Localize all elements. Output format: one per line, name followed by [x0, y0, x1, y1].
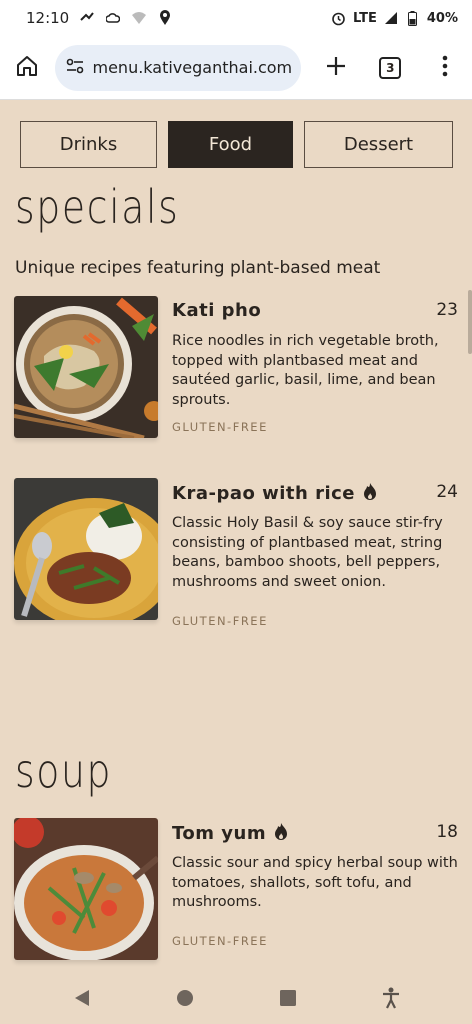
item-tag: GLUTEN-FREE	[172, 934, 268, 948]
alarm-icon	[331, 10, 347, 26]
item-tag: GLUTEN-FREE	[172, 614, 268, 628]
tab-switcher-button[interactable]: 3	[363, 40, 418, 96]
system-nav-bar	[0, 976, 472, 1024]
signal-icon	[79, 10, 95, 26]
menu-item-kra-pao[interactable]: Kra-pao with rice 24 Classic Holy Basil …	[14, 478, 460, 628]
status-bar: 12:10 LTE 40%	[0, 0, 472, 36]
menu-item-kati-pho[interactable]: Kati pho 23 Rice noodles in rich vegetab…	[14, 296, 460, 446]
url-bar[interactable]: menu.kativeganthai.com	[54, 44, 301, 91]
item-tag: GLUTEN-FREE	[172, 420, 268, 434]
home-nav-icon[interactable]	[176, 989, 194, 1011]
status-time: 12:10	[26, 9, 70, 27]
item-price: 18	[436, 822, 458, 842]
item-name: Kra-pao with rice	[172, 482, 377, 505]
dish-image	[14, 818, 158, 960]
flame-icon	[274, 822, 288, 845]
item-description: Rice noodles in rich vegetable broth, to…	[172, 333, 439, 408]
item-name-text: Kati pho	[172, 300, 262, 321]
menu-item-tom-yum[interactable]: Tom yum 18 Classic sour and spicy herbal…	[14, 818, 460, 968]
network-type: LTE	[352, 10, 377, 26]
home-button[interactable]	[0, 40, 55, 96]
section-title-specials: specials	[15, 180, 180, 234]
battery-level: 40%	[426, 10, 458, 26]
section-title-soup: soup	[15, 744, 113, 798]
tab-dessert[interactable]: Dessert	[304, 121, 453, 168]
cell-signal-icon	[383, 10, 399, 26]
new-tab-button[interactable]	[309, 40, 364, 96]
item-name: Tom yum	[172, 822, 288, 845]
site-settings-icon[interactable]	[65, 56, 85, 80]
overflow-menu-button[interactable]	[418, 40, 472, 96]
scrollbar-thumb[interactable]	[468, 290, 472, 354]
item-price: 24	[436, 482, 458, 502]
item-name: Kati pho	[172, 300, 261, 321]
section-subtitle-specials: Unique recipes featuring plant-based mea…	[15, 258, 381, 278]
new-tab-icon	[325, 55, 347, 81]
item-price: 23	[436, 300, 458, 320]
tab-drinks[interactable]: Drinks	[20, 121, 157, 168]
flame-icon	[363, 482, 377, 505]
item-name-text: Tom yum	[172, 823, 267, 844]
back-icon[interactable]	[73, 989, 91, 1011]
wifi-icon	[131, 10, 147, 26]
overflow-menu-icon	[442, 55, 448, 81]
location-icon	[157, 10, 173, 26]
accessibility-icon[interactable]	[382, 987, 400, 1013]
dish-image	[14, 478, 158, 620]
item-name-text: Kra-pao with rice	[172, 483, 356, 504]
item-description: Classic sour and spicy herbal soup with …	[172, 855, 458, 910]
tab-food[interactable]: Food	[168, 121, 293, 168]
cloud-icon	[105, 10, 121, 26]
browser-toolbar: menu.kativeganthai.com 3	[0, 36, 472, 100]
tab-switcher-icon: 3	[379, 56, 402, 79]
dish-image	[14, 296, 158, 438]
category-tabs: Drinks Food Dessert	[20, 121, 453, 168]
home-icon	[15, 54, 39, 82]
recents-icon[interactable]	[279, 989, 297, 1011]
battery-icon	[405, 10, 421, 26]
url-text: menu.kativeganthai.com	[92, 58, 291, 77]
item-description: Classic Holy Basil & soy sauce stir-fry …	[172, 515, 443, 590]
